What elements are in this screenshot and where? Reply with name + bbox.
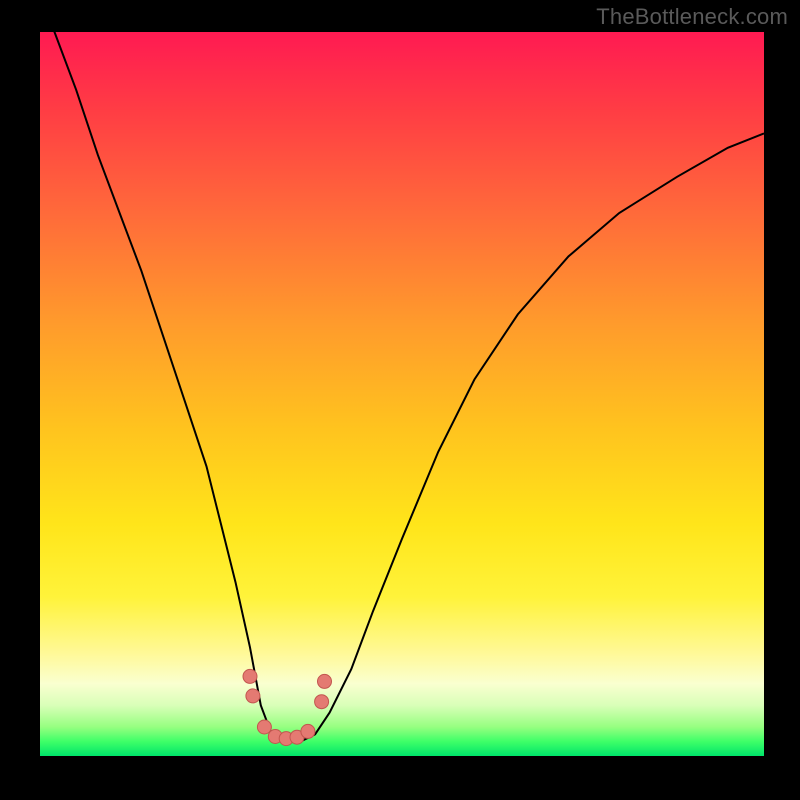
dip-marker xyxy=(318,674,332,688)
bottleneck-curve xyxy=(40,32,764,742)
dip-marker xyxy=(243,669,257,683)
plot-area xyxy=(40,32,764,756)
watermark-text: TheBottleneck.com xyxy=(596,4,788,30)
chart-svg xyxy=(40,32,764,756)
chart-frame: TheBottleneck.com xyxy=(0,0,800,800)
dip-marker xyxy=(315,695,329,709)
dip-marker xyxy=(246,689,260,703)
dip-marker xyxy=(257,720,271,734)
dip-marker xyxy=(301,724,315,738)
